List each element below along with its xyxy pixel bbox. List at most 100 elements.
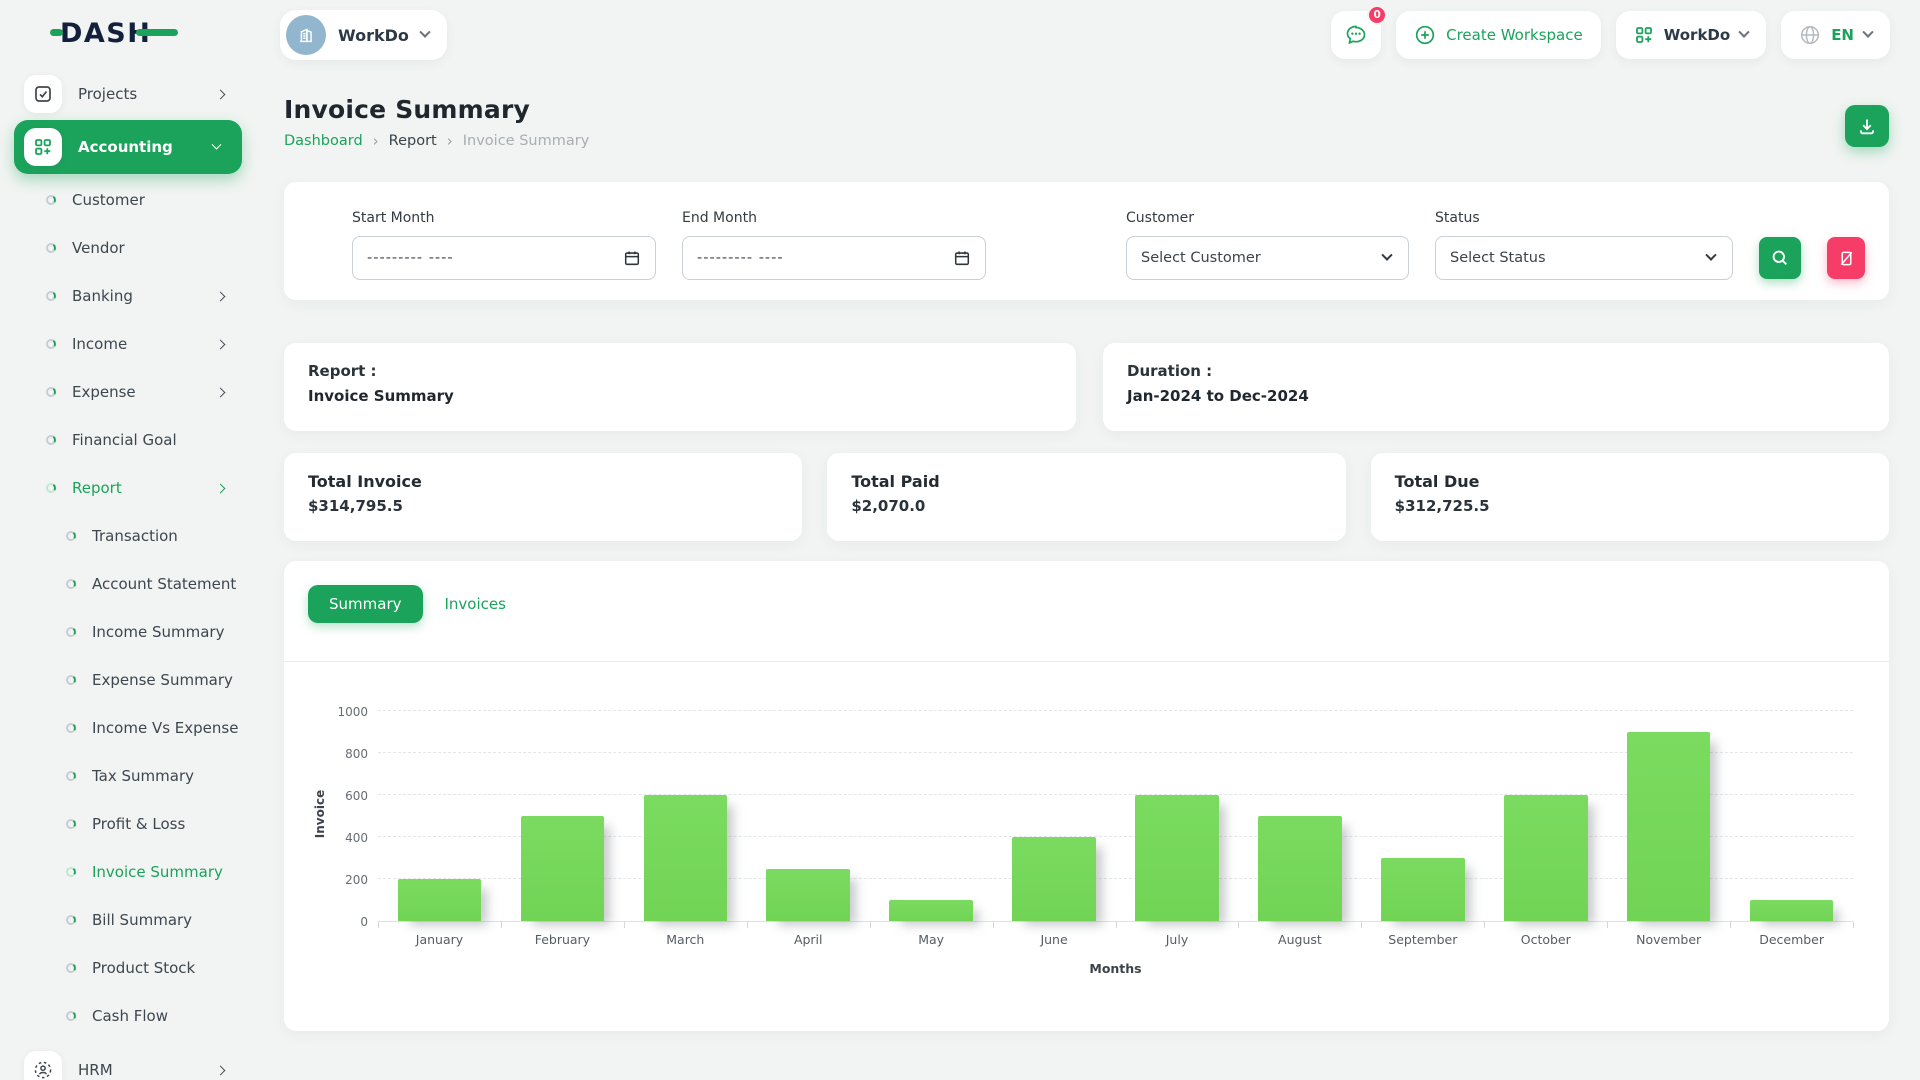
x-tick-label: June bbox=[993, 932, 1116, 947]
breadcrumb-report-link[interactable]: Report bbox=[389, 133, 437, 149]
language-selector[interactable]: EN bbox=[1781, 11, 1890, 59]
bullet-icon bbox=[65, 530, 77, 542]
sidebar-item-accounting[interactable]: Accounting bbox=[14, 120, 242, 174]
invoice-bar[interactable] bbox=[1504, 795, 1588, 921]
sidebar-item-projects[interactable]: Projects bbox=[0, 70, 262, 118]
sidebar-item-income[interactable]: Income bbox=[0, 320, 262, 368]
customer-select[interactable]: Select Customer bbox=[1126, 236, 1409, 280]
globe-icon bbox=[1799, 24, 1821, 46]
tab-summary[interactable]: Summary bbox=[308, 585, 423, 623]
gridline bbox=[378, 710, 1853, 711]
sidebar-item-financial-goal[interactable]: Financial Goal bbox=[0, 416, 262, 464]
invoice-bar[interactable] bbox=[1627, 732, 1711, 921]
bar-column bbox=[378, 712, 501, 921]
messenger-button[interactable]: 0 bbox=[1331, 11, 1381, 59]
company-menu-button[interactable]: WorkDo bbox=[1616, 11, 1766, 59]
plot-area bbox=[378, 712, 1853, 922]
bullet-icon bbox=[65, 866, 77, 878]
status-field: Status Select Status bbox=[1435, 210, 1733, 280]
invoice-bar[interactable] bbox=[1258, 816, 1342, 921]
sidebar-nav: Projects Accounting Customer Vendor bbox=[0, 70, 262, 1080]
x-tick-label: December bbox=[1730, 932, 1853, 947]
calendar-icon bbox=[623, 249, 641, 267]
report-label: Report : bbox=[308, 362, 1052, 380]
bullet-icon bbox=[45, 242, 57, 254]
report-info-card: Report : Invoice Summary bbox=[284, 343, 1076, 431]
sidebar-item-transaction[interactable]: Transaction bbox=[0, 512, 262, 560]
end-month-input[interactable]: --------- ---- bbox=[682, 236, 986, 280]
breadcrumb-separator: › bbox=[447, 132, 453, 150]
invoice-bar[interactable] bbox=[521, 816, 605, 921]
report-tabs: Summary Invoices bbox=[308, 585, 1865, 623]
create-workspace-label: Create Workspace bbox=[1446, 26, 1583, 44]
workspace-grid-icon bbox=[1634, 25, 1654, 45]
sidebar-item-expense[interactable]: Expense bbox=[0, 368, 262, 416]
y-axis-ticks: 02004006008001000 bbox=[330, 712, 378, 922]
bar-column bbox=[870, 712, 993, 921]
invoice-bar[interactable] bbox=[1750, 900, 1834, 921]
chevron-right-icon bbox=[216, 1065, 226, 1075]
sidebar-item-product-stock[interactable]: Product Stock bbox=[0, 944, 262, 992]
duration-label: Duration : bbox=[1127, 362, 1865, 380]
tab-invoices[interactable]: Invoices bbox=[431, 585, 520, 623]
chevron-down-icon bbox=[1381, 250, 1392, 261]
sidebar-item-bill-summary[interactable]: Bill Summary bbox=[0, 896, 262, 944]
total-paid-label: Total Paid bbox=[851, 472, 1321, 491]
axis-tick bbox=[1361, 922, 1362, 928]
invoice-bar[interactable] bbox=[644, 795, 728, 921]
sidebar-item-invoice-summary[interactable]: Invoice Summary bbox=[0, 848, 262, 896]
bar-column bbox=[1361, 712, 1484, 921]
sidebar-item-hrm[interactable]: HRM bbox=[0, 1046, 262, 1080]
invoice-bar[interactable] bbox=[889, 900, 973, 921]
sidebar-item-vendor[interactable]: Vendor bbox=[0, 224, 262, 272]
report-value: Invoice Summary bbox=[308, 387, 1052, 405]
invoice-bar[interactable] bbox=[398, 879, 482, 921]
axis-tick bbox=[1116, 922, 1117, 928]
bullet-icon bbox=[45, 338, 57, 350]
bullet-icon bbox=[45, 194, 57, 206]
sidebar-item-report[interactable]: Report bbox=[0, 464, 262, 512]
x-tick-label: May bbox=[870, 932, 993, 947]
chevron-down-icon bbox=[419, 27, 430, 38]
accounting-grid-icon bbox=[24, 128, 62, 166]
y-tick-label: 600 bbox=[345, 789, 368, 803]
bar-column bbox=[993, 712, 1116, 921]
breadcrumb-dashboard-link[interactable]: Dashboard bbox=[284, 133, 363, 149]
sidebar-item-cash-flow[interactable]: Cash Flow bbox=[0, 992, 262, 1040]
sidebar-item-profit-loss[interactable]: Profit & Loss bbox=[0, 800, 262, 848]
invoice-bar[interactable] bbox=[766, 869, 850, 922]
page-title: Invoice Summary bbox=[284, 95, 1889, 124]
start-month-label: Start Month bbox=[352, 210, 656, 226]
invoice-bar[interactable] bbox=[1135, 795, 1219, 921]
status-select[interactable]: Select Status bbox=[1435, 236, 1733, 280]
apply-filter-button[interactable] bbox=[1759, 237, 1801, 279]
status-label: Status bbox=[1435, 210, 1733, 226]
create-workspace-button[interactable]: Create Workspace bbox=[1396, 11, 1601, 59]
sidebar-item-customer[interactable]: Customer bbox=[0, 176, 262, 224]
chevron-right-icon bbox=[216, 291, 226, 301]
start-month-input[interactable]: --------- ---- bbox=[352, 236, 656, 280]
axis-tick bbox=[1484, 922, 1485, 928]
search-icon bbox=[1771, 249, 1789, 267]
sidebar-item-banking[interactable]: Banking bbox=[0, 272, 262, 320]
chevron-right-icon bbox=[216, 89, 226, 99]
download-icon bbox=[1857, 116, 1877, 136]
invoice-bar[interactable] bbox=[1381, 858, 1465, 921]
plus-circle-icon bbox=[1414, 24, 1436, 46]
download-report-button[interactable] bbox=[1845, 105, 1889, 147]
invoice-bar-chart: Invoice 02004006008001000 JanuaryFebruar… bbox=[308, 712, 1865, 976]
invoice-bar[interactable] bbox=[1012, 837, 1096, 921]
axis-tick bbox=[501, 922, 502, 928]
sidebar-item-expense-summary[interactable]: Expense Summary bbox=[0, 656, 262, 704]
workspace-switcher[interactable]: WorkDo bbox=[280, 10, 447, 60]
sidebar-item-account-statement[interactable]: Account Statement bbox=[0, 560, 262, 608]
chevron-right-icon bbox=[216, 339, 226, 349]
sidebar-item-income-summary[interactable]: Income Summary bbox=[0, 608, 262, 656]
sidebar-item-tax-summary[interactable]: Tax Summary bbox=[0, 752, 262, 800]
sidebar-item-income-vs-expense[interactable]: Income Vs Expense bbox=[0, 704, 262, 752]
x-tick-label: April bbox=[747, 932, 870, 947]
end-month-label: End Month bbox=[682, 210, 986, 226]
reset-filter-button[interactable] bbox=[1827, 237, 1865, 279]
bar-column bbox=[1484, 712, 1607, 921]
chevron-down-icon bbox=[1705, 250, 1716, 261]
